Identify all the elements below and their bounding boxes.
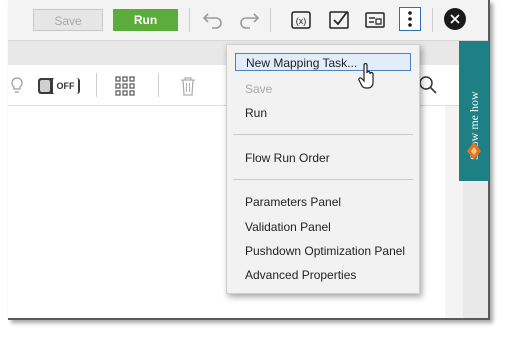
toolbar: Save Run (x) (8, 0, 488, 41)
toolbar-divider (432, 8, 433, 32)
toolbar-divider (270, 8, 271, 32)
redo-icon[interactable] (238, 10, 260, 30)
more-options-icon (408, 11, 412, 27)
toolbar-divider (158, 73, 159, 97)
auto-arrange-toggle[interactable]: OFF (38, 78, 80, 94)
grid-icon[interactable] (114, 75, 136, 97)
menu-item-run[interactable]: Run (245, 104, 267, 122)
toggle-label: OFF (53, 78, 78, 94)
menu-item-new-mapping-task[interactable]: New Mapping Task... (235, 53, 411, 71)
menu-item-pushdown-optimization-panel[interactable]: Pushdown Optimization Panel (245, 242, 405, 260)
show-me-how-icon (467, 142, 481, 160)
svg-text:(x): (x) (296, 16, 307, 26)
toolbar-divider (189, 8, 190, 32)
menu-divider (233, 134, 413, 135)
menu-item-flow-run-order[interactable]: Flow Run Order (245, 149, 330, 167)
run-button[interactable]: Run (113, 9, 178, 31)
toggle-knob (40, 80, 50, 92)
menu-item-validation-panel[interactable]: Validation Panel (245, 218, 331, 236)
menu-item-advanced-properties[interactable]: Advanced Properties (245, 266, 356, 284)
close-icon (450, 14, 460, 24)
validate-icon[interactable] (328, 9, 350, 31)
zoom-icon[interactable] (418, 75, 438, 95)
save-button[interactable]: Save (33, 9, 103, 31)
parameter-icon[interactable] (364, 9, 386, 31)
menu-divider (233, 179, 413, 180)
close-button[interactable] (444, 8, 466, 30)
menu-item-save[interactable]: Save (245, 80, 272, 98)
menu-item-parameters-panel[interactable]: Parameters Panel (245, 193, 341, 211)
expression-icon[interactable]: (x) (290, 9, 312, 31)
hand-cursor-icon (358, 63, 374, 89)
lightbulb-icon[interactable] (10, 77, 24, 95)
trash-icon[interactable] (178, 75, 198, 97)
show-me-how-tab[interactable]: Show me how (459, 41, 489, 181)
more-options-menu: New Mapping Task... Save Run Flow Run Or… (226, 44, 420, 294)
more-options-button[interactable] (399, 7, 421, 31)
toolbar-divider (96, 73, 97, 97)
undo-icon[interactable] (202, 10, 224, 30)
